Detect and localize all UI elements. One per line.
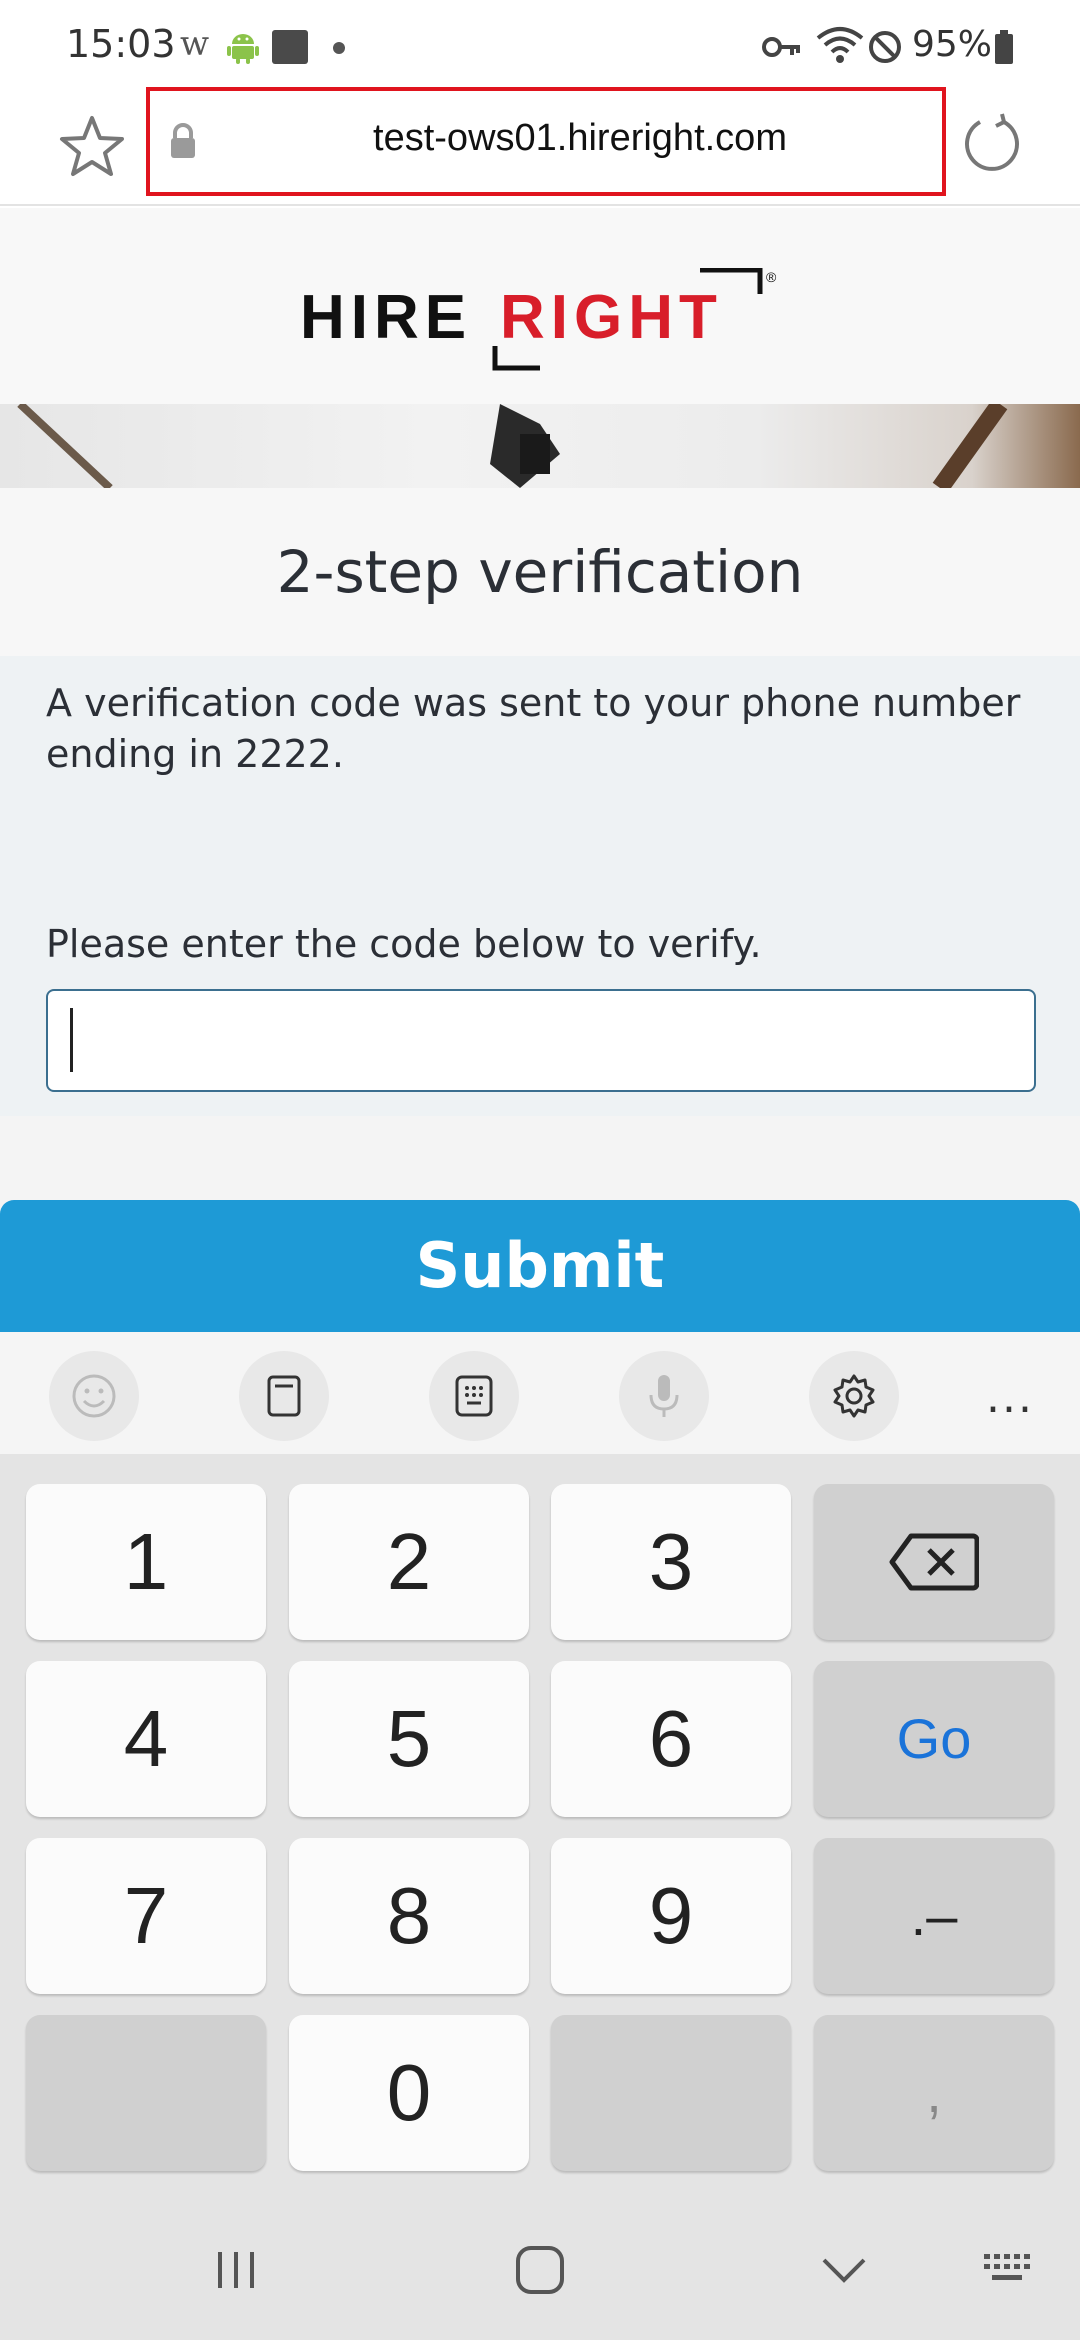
comma-key[interactable]: , — [814, 2015, 1054, 2171]
do-not-disturb-icon — [869, 31, 901, 63]
verification-message: A verification code was sent to your pho… — [46, 681, 1021, 776]
notification-app-icon — [272, 30, 308, 64]
backspace-key[interactable] — [814, 1484, 1054, 1640]
text-cursor — [70, 1008, 73, 1072]
key-2[interactable]: 2 — [289, 1484, 529, 1640]
keyboard-toolbar — [0, 1332, 1080, 1454]
logo-word-hire: HIRE — [300, 283, 472, 352]
android-icon — [227, 34, 259, 64]
emoji-icon — [72, 1374, 116, 1418]
key-9[interactable]: 9 — [551, 1838, 791, 1994]
hireright-logo: HIRE RIGHT ® — [300, 268, 777, 371]
go-key[interactable]: Go — [814, 1661, 1054, 1817]
voice-input-button[interactable] — [619, 1351, 709, 1441]
status-time: 15:03 — [66, 22, 176, 66]
key-8[interactable]: 8 — [289, 1838, 529, 1994]
recents-icon[interactable] — [206, 2240, 266, 2300]
blank-key-right — [551, 2015, 791, 2171]
vpn-key-icon — [762, 37, 800, 57]
more-notifications-dot-icon — [333, 42, 345, 54]
logo-registered-mark: ® — [766, 269, 777, 285]
blank-key-left — [26, 2015, 266, 2171]
url-highlight-box — [146, 87, 946, 196]
hero-image-strip — [0, 404, 1080, 488]
verification-code-input[interactable] — [46, 989, 1036, 1092]
key-0[interactable]: 0 — [289, 2015, 529, 2171]
key-5[interactable]: 5 — [289, 1661, 529, 1817]
key-6[interactable]: 6 — [551, 1661, 791, 1817]
keypad-button[interactable] — [429, 1351, 519, 1441]
code-prompt: Please enter the code below to verify. — [46, 922, 762, 966]
settings-icon — [833, 1374, 875, 1418]
back-icon[interactable] — [814, 2240, 874, 2300]
more-options-icon[interactable]: ... — [986, 1372, 1034, 1423]
wifi-icon — [816, 27, 864, 63]
clipboard-icon — [267, 1375, 301, 1417]
keyboard-switch-icon[interactable] — [980, 2240, 1040, 2300]
key-4[interactable]: 4 — [26, 1661, 266, 1817]
battery-icon — [995, 30, 1013, 64]
emoji-button[interactable] — [49, 1351, 139, 1441]
key-3[interactable]: 3 — [551, 1484, 791, 1640]
clipboard-button[interactable] — [239, 1351, 329, 1441]
status-bar: 15:03 w 95% — [0, 0, 1080, 92]
key-7[interactable]: 7 — [26, 1838, 266, 1994]
home-icon[interactable] — [510, 2240, 570, 2300]
logo-header: HIRE RIGHT ® — [0, 208, 1080, 404]
logo-word-right: RIGHT — [500, 283, 723, 352]
keypad-icon — [455, 1375, 493, 1417]
keyboard-settings-button[interactable] — [809, 1351, 899, 1441]
microphone-icon — [649, 1375, 679, 1417]
w-app-icon: w — [180, 24, 210, 64]
battery-percent: 95% — [912, 24, 993, 65]
key-1[interactable]: 1 — [26, 1484, 266, 1640]
bookmark-star-icon[interactable] — [58, 112, 126, 180]
dot-dash-key[interactable]: .– — [814, 1838, 1054, 1994]
submit-button[interactable]: Submit — [0, 1200, 1080, 1332]
hero-photo — [17, 404, 1008, 488]
reload-icon[interactable] — [958, 112, 1022, 176]
backspace-icon — [889, 1533, 979, 1591]
page-title: 2-step verification — [276, 538, 804, 606]
